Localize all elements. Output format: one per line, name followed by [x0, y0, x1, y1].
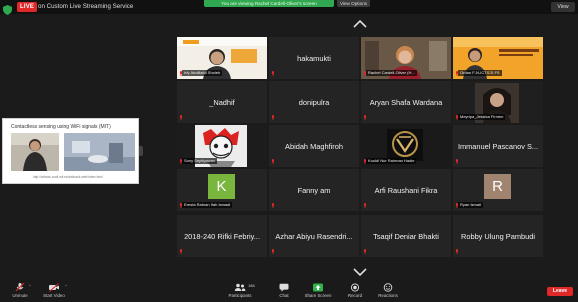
chevron-up-icon[interactable]: ^ [65, 283, 67, 288]
shared-slide-title: Contactless sensing using WiFi signals (… [11, 124, 111, 130]
participant-tile[interactable]: Meyripa_Jessica Firmen [453, 81, 543, 123]
participant-name: 2018-240 Rifki Febriy... [184, 231, 260, 241]
participant-tile[interactable]: Fanny am [269, 169, 359, 211]
shared-slide-caption: http://witrack.csail.mit.edu/witrack-web… [33, 175, 103, 179]
muted-mic-icon [179, 249, 183, 254]
leave-meeting-button[interactable]: Leave [547, 287, 573, 296]
participant-avatar: R [484, 174, 511, 199]
participant-tile[interactable]: hakamukti [269, 37, 359, 79]
participant-name: Robby Ulung Pambudi [461, 231, 535, 241]
resize-handle[interactable] [139, 146, 143, 156]
participant-name: Immanuel Pascanov S... [457, 141, 539, 151]
participant-name: Ryan Ismail [458, 202, 483, 208]
shared-slide-photo-lab [64, 133, 135, 171]
participant-name: Fanny am [297, 185, 331, 195]
participant-name: Ordan F-N-ICTICS FS [458, 70, 502, 76]
participant-name: Tsaqif Deniar Bhakti [373, 231, 439, 241]
participant-tile[interactable]: donipulra [269, 81, 359, 123]
muted-mic-icon [179, 115, 183, 120]
participant-name: Rachel Cardell-Oliver (H... [366, 70, 417, 76]
start-video-label: Start Video [43, 293, 65, 298]
participant-tile[interactable]: Tsaqif Deniar Bhakti [361, 215, 451, 257]
view-options-button[interactable]: View Options [337, 0, 370, 7]
security-shield-icon[interactable] [3, 2, 12, 15]
participant-tile[interactable]: Aryan Shafa Wardana [361, 81, 451, 123]
participant-name: donipulra [298, 97, 330, 107]
participant-name: _Nadhif [209, 97, 235, 107]
muted-mic-icon [271, 249, 275, 254]
meeting-toolbar: ^ Unmute ^ Start Video 186 Participants … [0, 280, 578, 302]
share-screen-label: Share Screen [304, 293, 332, 298]
participant-name: Sony Septiyawan [182, 158, 217, 164]
participants-button[interactable]: 186 Participants [220, 281, 260, 301]
reactions-button[interactable]: Reactions [368, 281, 408, 301]
start-video-button[interactable]: ^ Start Video [34, 281, 74, 301]
participant-tile[interactable]: 2018-240 Rifki Febriy... [177, 215, 267, 257]
previous-page-chevron-up-icon[interactable] [353, 20, 367, 28]
top-bar: LIVE on Custom Live Streaming Service Yo… [0, 0, 578, 15]
share-screen-icon [312, 283, 324, 292]
next-page-chevron-down-icon[interactable] [353, 268, 367, 276]
muted-mic-icon [455, 249, 459, 254]
video-off-icon [48, 283, 60, 292]
participant-tile[interactable]: Irfy Abdillatul Sholeh [177, 37, 267, 79]
participant-name: Arfi Raushani Fikra [374, 185, 438, 195]
muted-mic-icon [271, 71, 275, 76]
participant-tile[interactable]: Azhar Abiyu Rasendri... [269, 215, 359, 257]
chat-bubble-icon [278, 283, 290, 292]
reactions-label: Reactions [378, 293, 398, 298]
live-badge[interactable]: LIVE [17, 2, 38, 12]
shared-screen-view[interactable]: Contactless sensing using WiFi signals (… [2, 118, 139, 184]
chevron-up-icon[interactable]: ^ [29, 283, 31, 288]
muted-mic-icon [363, 115, 367, 120]
participant-name: Abidah Maghfiroh [285, 141, 343, 151]
shared-slide-photo-person [11, 133, 59, 171]
muted-mic-icon [271, 203, 275, 208]
participant-tile[interactable]: Kouldi Nur Rahman Hadie [361, 125, 451, 167]
record-icon [349, 283, 361, 292]
participant-tile[interactable]: Immanuel Pascanov S... [453, 125, 543, 167]
participants-count: 186 [248, 283, 255, 288]
share-screen-button[interactable]: Share Screen [298, 281, 338, 301]
muted-mic-icon [363, 249, 367, 254]
participant-tile[interactable]: Robby Ulung Pambudi [453, 215, 543, 257]
muted-mic-icon [271, 159, 275, 164]
participant-name: Azhar Abiyu Rasendri... [275, 231, 353, 241]
participant-tile[interactable]: Sony Septiyawan [177, 125, 267, 167]
participant-tile[interactable]: R Ryan Ismail [453, 169, 543, 211]
participant-name: hakamukti [297, 53, 331, 63]
participant-name: Meyripa_Jessica Firmen [458, 114, 506, 120]
muted-mic-icon [363, 203, 367, 208]
participant-tile[interactable]: Abidah Maghfiroh [269, 125, 359, 167]
participant-name: Aryan Shafa Wardana [369, 97, 443, 107]
participant-tile[interactable]: _Nadhif [177, 81, 267, 123]
participant-name: Irfy Abdillatul Sholeh [182, 70, 223, 76]
muted-mic-icon [271, 115, 275, 120]
view-button[interactable]: View [551, 2, 575, 12]
participants-label: Participants [228, 293, 252, 298]
live-stream-title: on Custom Live Streaming Service [38, 3, 134, 10]
participant-tile[interactable]: Arfi Raushani Fikra [361, 169, 451, 211]
screen-share-banner: You are viewing Rachel Cardell-Oliver's … [204, 0, 334, 7]
muted-mic-icon [455, 159, 459, 164]
smiley-reaction-icon [382, 283, 394, 292]
participant-name: Kouldi Nur Rahman Hadie [366, 158, 417, 164]
muted-microphone-icon [14, 283, 26, 292]
participant-tile[interactable]: Rachel Cardell-Oliver (H... [361, 37, 451, 79]
participants-icon [234, 283, 246, 292]
participant-name: Eresta Ratnan Ifah Ismadi [182, 202, 233, 208]
participant-tile[interactable]: Ordan F-N-ICTICS FS [453, 37, 543, 79]
participant-tile[interactable]: K Eresta Ratnan Ifah Ismadi [177, 169, 267, 211]
participant-avatar: K [208, 174, 235, 199]
